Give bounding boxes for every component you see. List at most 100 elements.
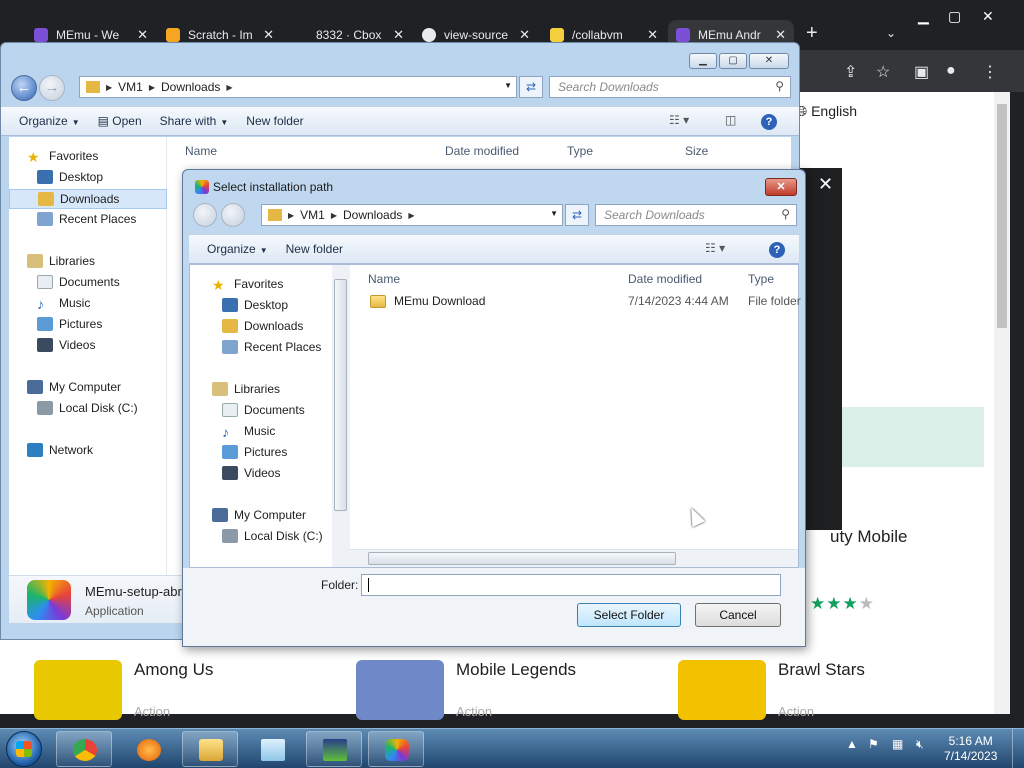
- app-card-brawl-stars[interactable]: Brawl Stars Action: [678, 652, 978, 720]
- close-icon[interactable]: ✕: [519, 27, 530, 43]
- breadcrumb-downloads[interactable]: Downloads: [343, 208, 402, 222]
- forward-button[interactable]: [221, 203, 245, 227]
- back-button[interactable]: [193, 203, 217, 227]
- dialog-address-bar[interactable]: ▶ VM1 ▶ Downloads ▶ ▼: [261, 204, 563, 226]
- start-button[interactable]: [6, 731, 42, 767]
- profile-icon[interactable]: ●: [946, 62, 956, 80]
- nav-desktop[interactable]: Desktop: [37, 170, 103, 184]
- nav-videos[interactable]: Videos: [37, 338, 95, 352]
- view-options-icon[interactable]: ☷ ▾: [705, 241, 725, 255]
- folder-input[interactable]: [361, 574, 781, 596]
- refresh-button[interactable]: ⇄: [519, 76, 543, 98]
- volume-muted-icon[interactable]: 🔇︎: [916, 737, 924, 752]
- nav-local-disk[interactable]: Local Disk (C:): [222, 529, 323, 543]
- cancel-button[interactable]: Cancel: [695, 603, 781, 627]
- organize-button[interactable]: Organize ▼: [19, 114, 80, 128]
- chevron-down-icon[interactable]: ▼: [504, 81, 512, 90]
- taskbar-notepad[interactable]: [244, 731, 300, 767]
- help-icon[interactable]: ?: [769, 242, 785, 258]
- nav-downloads[interactable]: Downloads: [9, 189, 167, 209]
- close-icon[interactable]: ✕: [393, 27, 404, 43]
- open-button[interactable]: ▤ Open: [98, 114, 142, 128]
- address-bar[interactable]: ▶ VM1 ▶ Downloads ▶ ▼: [79, 76, 517, 98]
- close-button[interactable]: ✕: [982, 8, 994, 25]
- share-with-button[interactable]: Share with ▼: [160, 114, 229, 128]
- taskbar-memu[interactable]: [368, 731, 424, 767]
- column-type[interactable]: Type: [748, 265, 774, 291]
- nav-favorites[interactable]: ★ Favorites: [212, 277, 283, 293]
- taskbar-explorer[interactable]: [182, 731, 238, 767]
- refresh-button[interactable]: ⇄: [565, 204, 589, 226]
- close-icon[interactable]: ✕: [137, 27, 148, 43]
- nav-pictures[interactable]: Pictures: [222, 445, 287, 459]
- maximize-button[interactable]: ▢: [719, 53, 747, 69]
- nav-recent-places[interactable]: Recent Places: [222, 340, 321, 354]
- scrollbar-thumb[interactable]: [368, 552, 676, 565]
- file-row[interactable]: MEmu Download 7/14/2023 4:44 AM File fol…: [362, 291, 801, 315]
- show-hidden-icons[interactable]: ▲: [846, 737, 858, 751]
- side-panel-icon[interactable]: ▣: [914, 62, 929, 82]
- close-icon[interactable]: ✕: [263, 27, 274, 43]
- chevron-down-icon[interactable]: ▼: [550, 209, 558, 218]
- network-status-icon[interactable]: ▦: [892, 737, 903, 751]
- taskbar-installer[interactable]: [306, 731, 362, 767]
- nav-local-disk[interactable]: Local Disk (C:): [37, 401, 138, 415]
- nav-documents[interactable]: Documents: [37, 275, 120, 289]
- scrollbar-thumb[interactable]: [334, 279, 347, 511]
- taskbar-firefox[interactable]: [120, 731, 176, 767]
- column-size[interactable]: Size: [685, 137, 708, 163]
- new-tab-button[interactable]: +: [806, 22, 818, 45]
- nav-documents[interactable]: Documents: [222, 403, 305, 417]
- nav-my-computer[interactable]: My Computer: [27, 380, 121, 394]
- breadcrumb-vm1[interactable]: VM1: [118, 80, 143, 94]
- column-date-modified[interactable]: Date modified: [445, 137, 519, 163]
- column-type[interactable]: Type: [567, 137, 593, 163]
- page-scrollbar[interactable]: [994, 92, 1010, 714]
- preview-pane-icon[interactable]: ◫: [725, 113, 736, 127]
- game-title[interactable]: uty Mobile: [830, 527, 907, 547]
- share-icon[interactable]: ⇪: [844, 62, 857, 82]
- new-folder-button[interactable]: New folder: [246, 114, 303, 128]
- tab-search-button[interactable]: ⌄: [886, 26, 896, 40]
- dialog-close-button[interactable]: ✕: [765, 178, 797, 196]
- horizontal-scrollbar[interactable]: [350, 549, 798, 567]
- column-date-modified[interactable]: Date modified: [628, 265, 702, 291]
- column-name[interactable]: Name: [185, 137, 217, 163]
- search-input[interactable]: Search Downloads ⚲: [549, 76, 791, 98]
- maximize-button[interactable]: ▢: [948, 8, 961, 25]
- language-selector[interactable]: 🌐︎ English: [796, 103, 857, 120]
- new-folder-button[interactable]: New folder: [286, 242, 343, 256]
- select-folder-button[interactable]: Select Folder: [577, 603, 681, 627]
- column-name[interactable]: Name: [368, 265, 400, 291]
- nav-my-computer[interactable]: My Computer: [212, 508, 306, 522]
- nav-scrollbar[interactable]: [332, 265, 350, 567]
- nav-libraries[interactable]: Libraries: [27, 254, 95, 268]
- close-button[interactable]: ✕: [749, 53, 789, 69]
- nav-music[interactable]: ♪ Music: [37, 296, 90, 312]
- close-icon[interactable]: ✕: [775, 27, 786, 43]
- scrollbar-thumb[interactable]: [997, 104, 1007, 328]
- nav-libraries[interactable]: Libraries: [212, 382, 280, 396]
- minimize-button[interactable]: ▁: [689, 53, 717, 69]
- system-clock[interactable]: 5:16 AM 7/14/2023: [944, 734, 997, 764]
- breadcrumb-downloads[interactable]: Downloads: [161, 80, 220, 94]
- action-center-icon[interactable]: ⚑: [868, 737, 879, 751]
- nav-recent-places[interactable]: Recent Places: [37, 212, 136, 226]
- breadcrumb-vm1[interactable]: VM1: [300, 208, 325, 222]
- nav-favorites[interactable]: ★ Favorites: [27, 149, 98, 165]
- organize-button[interactable]: Organize ▼: [207, 242, 268, 256]
- nav-pictures[interactable]: Pictures: [37, 317, 102, 331]
- modal-close-icon[interactable]: ✕: [818, 174, 833, 195]
- help-icon[interactable]: ?: [761, 114, 777, 130]
- close-icon[interactable]: ✕: [647, 27, 658, 43]
- show-desktop-button[interactable]: [1012, 729, 1024, 768]
- back-button[interactable]: ←: [11, 75, 37, 101]
- nav-downloads[interactable]: Downloads: [222, 319, 303, 333]
- nav-music[interactable]: ♪ Music: [222, 424, 275, 440]
- nav-desktop[interactable]: Desktop: [222, 298, 288, 312]
- nav-network[interactable]: Network: [27, 443, 93, 457]
- menu-icon[interactable]: ⋮: [982, 62, 998, 82]
- minimize-button[interactable]: ▁: [918, 8, 929, 25]
- view-options-icon[interactable]: ☷ ▾: [669, 113, 689, 127]
- app-card-among-us[interactable]: Among Us Action: [34, 652, 334, 720]
